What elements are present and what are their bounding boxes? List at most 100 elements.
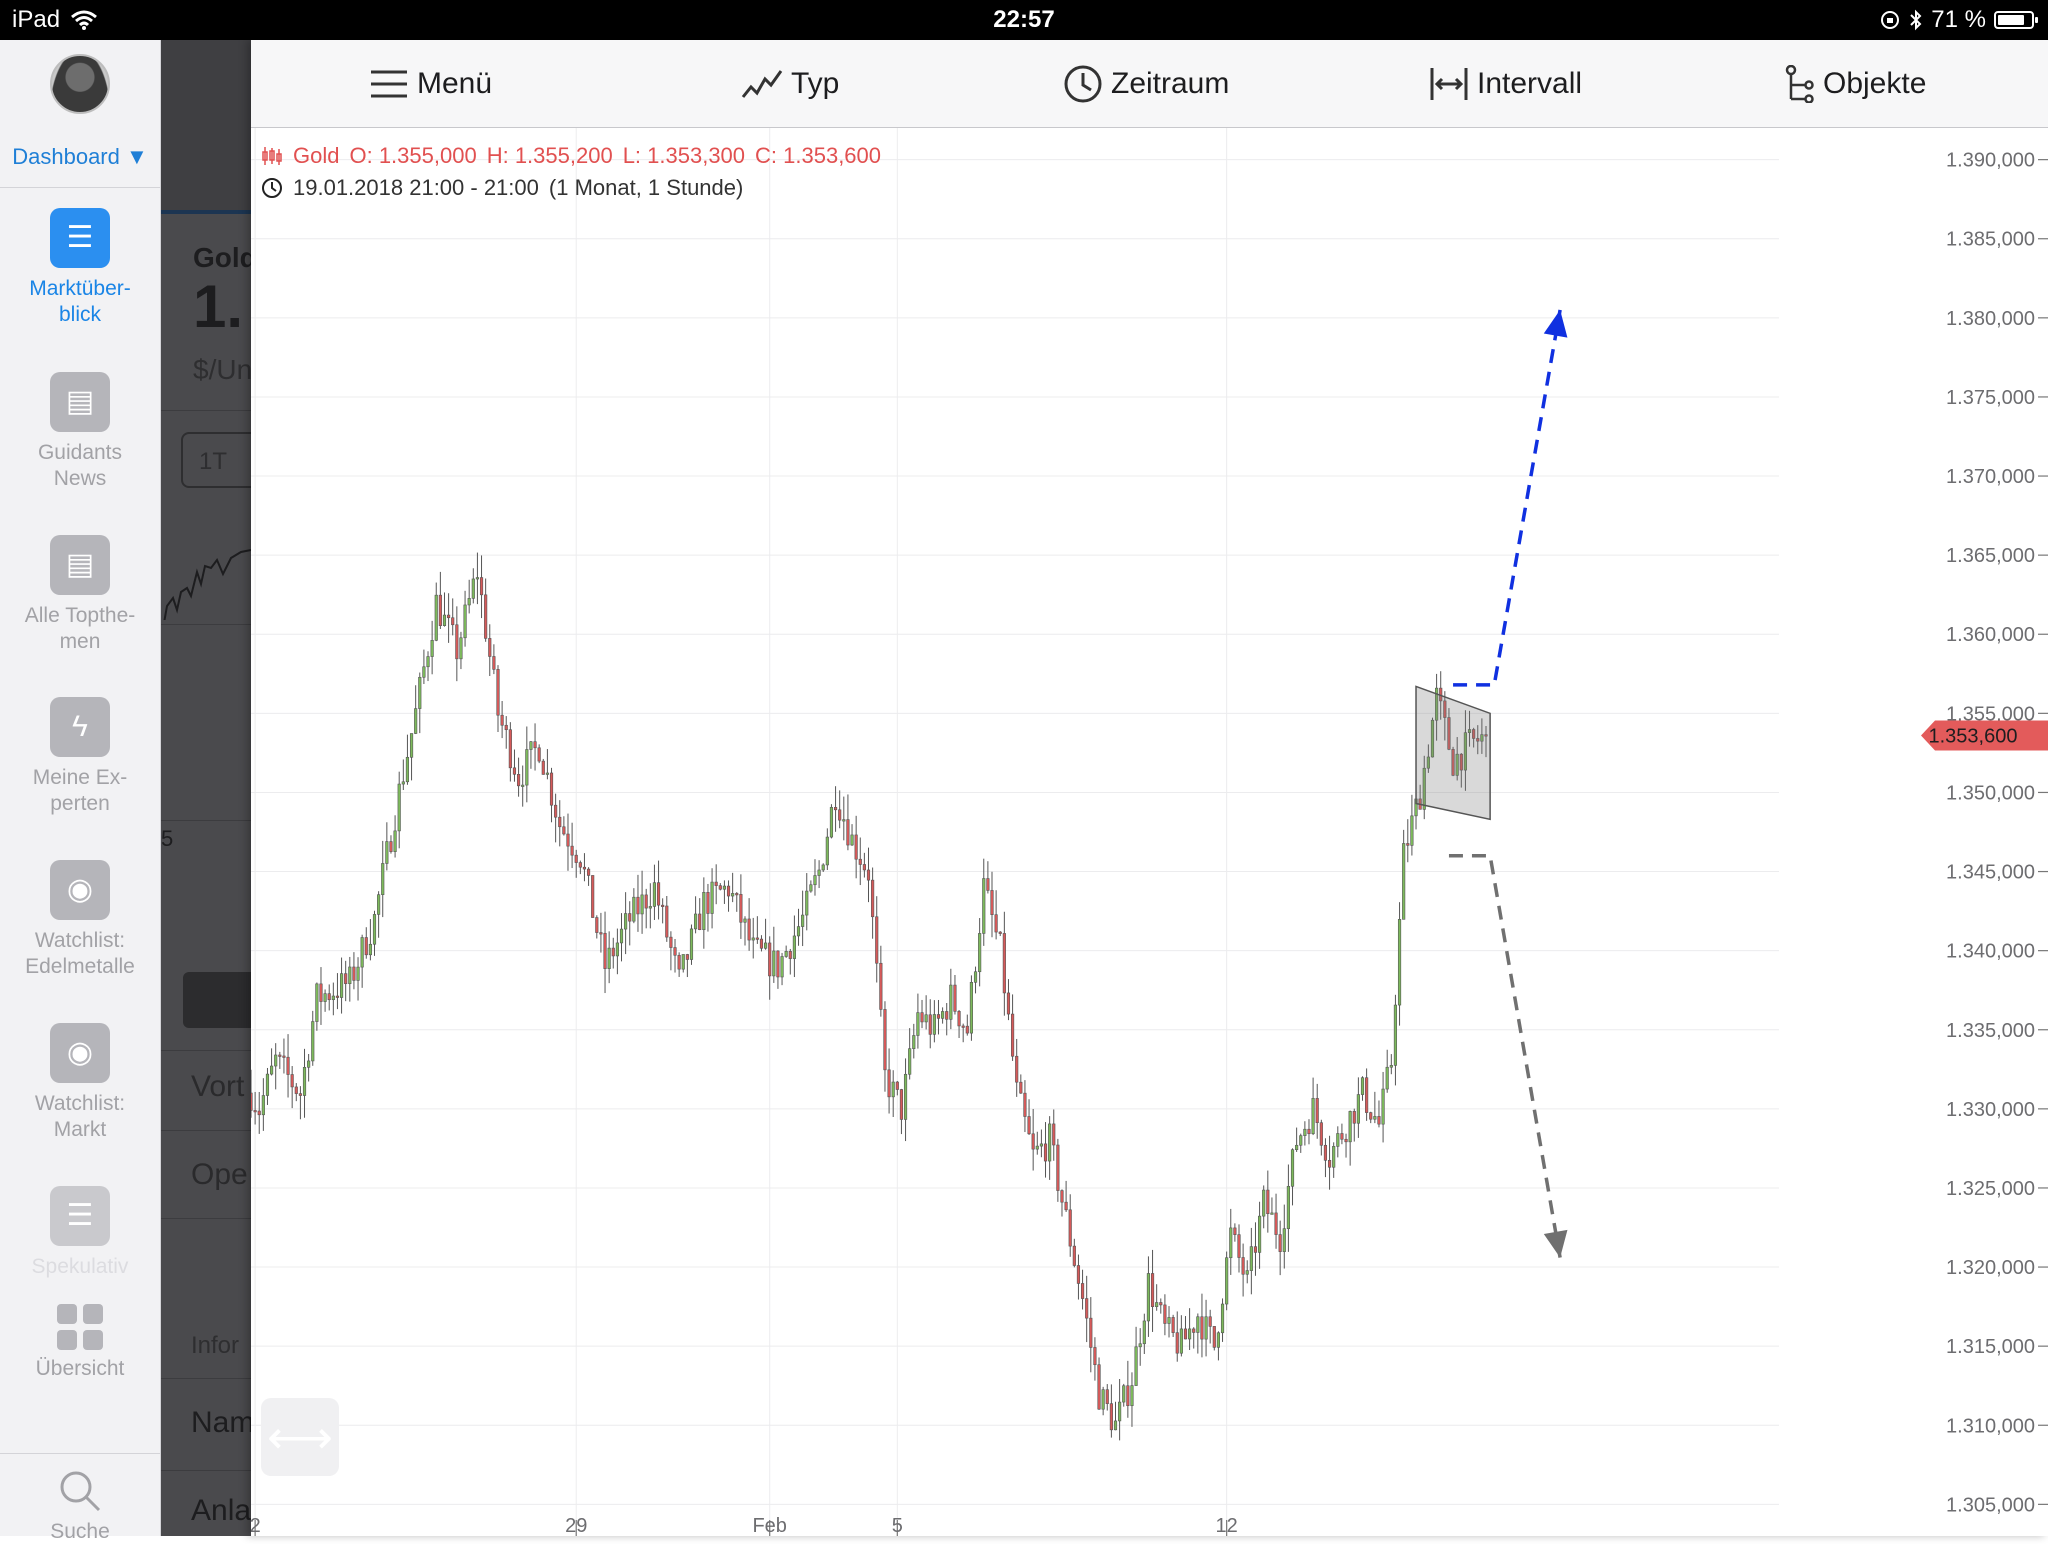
candle-down	[1212, 1326, 1216, 1348]
candle-up	[418, 676, 422, 709]
candle-up	[652, 882, 657, 907]
period-button[interactable]: Zeitraum	[1063, 62, 1229, 106]
low-value: L: 1.353,300	[622, 143, 746, 168]
divider	[161, 410, 251, 411]
sidebar-item-label: Guidants News	[37, 441, 123, 490]
candle-down	[1006, 992, 1011, 1015]
candle-up	[1179, 1328, 1183, 1354]
sidebar-item-spekulativ[interactable]: ☰ Spekulativ	[0, 1186, 160, 1280]
chart-toolbar: Menü Typ Zeitraum Intervall Objekte	[251, 40, 2048, 128]
candle-up	[475, 577, 479, 580]
candle-up	[1360, 1077, 1365, 1095]
dashed-arrow-line	[1453, 309, 1562, 687]
current-price-label: 1.353,600	[1929, 725, 2018, 747]
candle-up	[1142, 1320, 1146, 1345]
candle-up	[315, 983, 319, 1022]
candle-down	[759, 938, 764, 949]
candle-up	[1188, 1328, 1192, 1340]
candle-up	[891, 1081, 895, 1098]
candle-up	[442, 614, 447, 626]
candle-up	[426, 656, 430, 668]
y-tick-label: 1.370,000	[1946, 466, 2035, 488]
sidebar-item-watchlist-markt[interactable]: ◉ Watchlist: Markt	[0, 1023, 160, 1143]
candle-up	[648, 906, 652, 909]
candle-up	[1262, 1189, 1266, 1217]
candle-up	[632, 896, 636, 922]
candle-down	[570, 845, 574, 856]
candle-up	[1035, 1145, 1039, 1150]
candle-up	[805, 890, 809, 916]
candle-up	[1155, 1302, 1159, 1307]
background-sparkline	[163, 549, 251, 620]
y-tick-label: 1.380,000	[1946, 308, 2035, 330]
sidebar-item-marktueberblick[interactable]: ☰ Marktüber- blick	[0, 208, 160, 328]
x-tick-label: Feb	[752, 1515, 786, 1536]
candle-down	[508, 729, 512, 769]
divider	[161, 820, 251, 821]
candle-up	[809, 884, 813, 892]
candle-down	[858, 858, 862, 865]
candle-down	[875, 916, 879, 964]
candle-down	[838, 809, 842, 821]
candle-up	[681, 954, 685, 970]
candle-down	[1109, 1403, 1113, 1431]
candle-down	[1015, 1055, 1019, 1083]
bluetooth-icon	[1910, 9, 1922, 31]
candle-down	[1406, 843, 1410, 846]
y-tick-label: 1.375,000	[1946, 387, 2035, 409]
candle-down	[500, 714, 504, 726]
candle-down	[278, 1054, 282, 1057]
candle-up	[1258, 1215, 1262, 1253]
candle-up	[331, 995, 335, 1001]
search-button[interactable]: Suche	[0, 1468, 160, 1544]
candle-down	[1085, 1298, 1089, 1319]
candle-up	[529, 741, 533, 750]
candle-down	[282, 1055, 286, 1058]
candle-down	[533, 741, 537, 749]
objects-button[interactable]: Objekte	[1785, 62, 1926, 106]
sidebar-item-alle-topthemen[interactable]: ▤ Alle Topthe- men	[0, 535, 160, 655]
background-price: 1.	[193, 273, 244, 340]
sidebar-item-uebersicht[interactable]: Übersicht	[0, 1304, 160, 1382]
avatar[interactable]	[50, 54, 110, 114]
candle-down	[504, 724, 508, 731]
candle-down	[1315, 1098, 1319, 1124]
candle-down	[928, 1014, 932, 1035]
list-icon: ☰	[50, 208, 110, 268]
candle-down	[1150, 1273, 1155, 1307]
news-icon: ▤	[50, 535, 110, 595]
candle-down	[479, 577, 484, 596]
price-chart[interactable]: 1.390,000 1.385,000 1.380,000 1.375,000 1.37…	[251, 128, 2048, 1536]
candle-down	[335, 995, 340, 998]
candle-down	[1023, 1092, 1027, 1117]
candle-up	[1167, 1317, 1171, 1324]
candle-up	[978, 933, 982, 973]
candle-up	[772, 950, 776, 977]
candle-up	[339, 973, 344, 998]
candle-down	[447, 614, 451, 619]
candle-down	[953, 984, 957, 1012]
candle-up	[743, 918, 747, 923]
candle-down	[644, 894, 648, 909]
candle-down	[998, 931, 1002, 934]
list-icon: ☰	[50, 1186, 110, 1246]
grid-icon	[57, 1304, 103, 1350]
interval-button[interactable]: Intervall	[1429, 62, 1582, 106]
menu-button[interactable]: Menü	[369, 62, 492, 106]
sidebar-item-guidants-news[interactable]: ▤ Guidants News	[0, 372, 160, 492]
sidebar-item-label: Marktüber- blick	[29, 277, 131, 326]
candle-down	[1192, 1328, 1196, 1333]
candle-down	[484, 594, 488, 639]
divider	[161, 624, 251, 625]
type-button[interactable]: Typ	[741, 62, 839, 106]
horizontal-resize-button[interactable]: ⟷	[261, 1398, 339, 1476]
x-tick-label: 5	[892, 1515, 903, 1536]
sidebar-item-watchlist-edelmetalle[interactable]: ◉ Watchlist: Edelmetalle	[0, 860, 160, 980]
candle-up	[1290, 1149, 1295, 1187]
background-row-label: Anla	[191, 1494, 251, 1527]
sidebar-item-meine-experten[interactable]: ϟ Meine Ex- perten	[0, 697, 160, 817]
candle-up	[422, 666, 426, 678]
candle-down	[541, 760, 545, 775]
dashboard-dropdown[interactable]: Dashboard ▼	[0, 144, 160, 170]
bolt-icon: ϟ	[50, 697, 110, 757]
